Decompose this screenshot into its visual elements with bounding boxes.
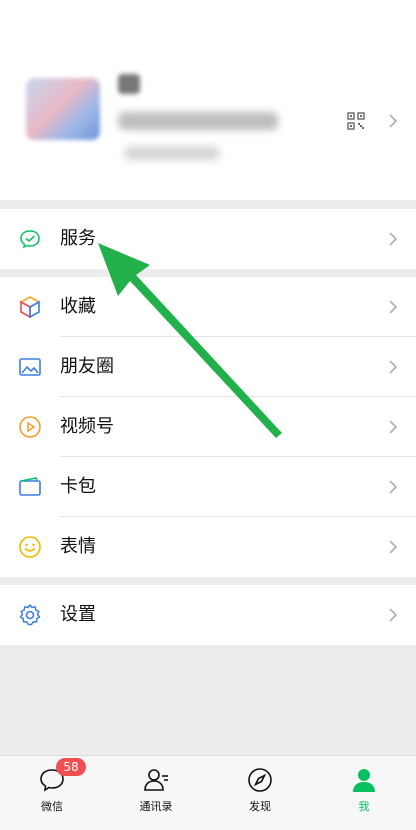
tab-me[interactable]: 我 [312, 756, 416, 830]
tab-label-me: 我 [358, 800, 370, 813]
tab-chats[interactable]: 58 微信 [0, 756, 104, 830]
unread-badge: 58 [56, 758, 86, 776]
bottom-tab-bar: 58 微信 通讯录 发现 我 [0, 755, 416, 830]
tab-label-contacts: 通讯录 [139, 800, 173, 813]
contacts-icon [144, 769, 168, 791]
annotation-arrow [98, 243, 282, 438]
tab-label-chats: 微信 [41, 800, 63, 813]
tab-label-discover: 发现 [249, 800, 271, 813]
tab-discover[interactable]: 发现 [208, 756, 312, 830]
person-icon [353, 769, 375, 792]
compass-icon [248, 768, 272, 792]
tab-contacts[interactable]: 通讯录 [104, 756, 208, 830]
